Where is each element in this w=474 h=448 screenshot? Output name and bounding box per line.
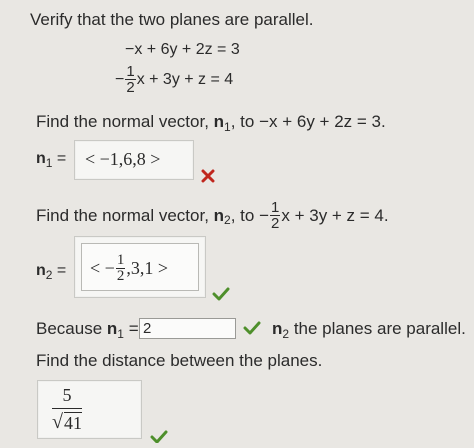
- plane-2-fraction: 1 2: [125, 63, 136, 96]
- part2-vector-sub: 2: [224, 212, 231, 227]
- part4-answer-den: √ 41: [52, 408, 82, 434]
- part2-prompt-rest: x + 3y + z = 4.: [281, 205, 389, 225]
- part2-answer-rest: ,3,1 >: [126, 258, 168, 278]
- part2-check-icon: [212, 287, 230, 306]
- part2-prompt-text: Find the normal vector,: [36, 205, 209, 225]
- plane-2-minus: −: [115, 70, 125, 88]
- part2-answer-fraction: 1 2: [115, 252, 126, 284]
- plane-2-equation: − 1 2 x + 3y + z = 4: [115, 64, 233, 95]
- plane-2-frac-num: 1: [126, 63, 135, 80]
- part3-prefix: Because n1 =: [36, 319, 139, 341]
- part3-suffix-text: the planes are parallel.: [293, 319, 466, 338]
- n2-label: n: [36, 262, 46, 279]
- part2-answer-frac-num: 1: [116, 252, 125, 268]
- part2-vector-label: n: [213, 205, 225, 225]
- n2-sub: 2: [45, 268, 53, 282]
- part2-prompt: Find the normal vector, n2, to − 1 2 x +…: [36, 200, 389, 231]
- sqrt-symbol: √: [52, 411, 63, 433]
- part4-answer-den-value: 41: [63, 411, 82, 433]
- part1-prompt-to: , to −x + 6y + 2z = 3.: [230, 112, 386, 131]
- incorrect-x-icon: [201, 169, 215, 188]
- part1-answer-box[interactable]: < −1,6,8 >: [74, 140, 194, 180]
- part3-check-icon: [243, 321, 261, 340]
- part1-vector-label: n: [213, 112, 225, 131]
- plane-2-rest: x + 3y + z = 4: [136, 70, 234, 88]
- part1-prompt: Find the normal vector, n1, to −x + 6y +…: [36, 112, 386, 134]
- plane-1-equation: −x + 6y + 2z = 3: [125, 41, 240, 58]
- part2-answer-value: < − 1 2 ,3,1 >: [90, 253, 168, 284]
- part3-n1-sub: 1: [117, 327, 124, 341]
- part4-check-icon: [150, 430, 168, 448]
- part3-equals: =: [128, 319, 139, 338]
- part4-answer-box[interactable]: 5 √ 41: [37, 380, 142, 439]
- part4-answer-num: 5: [62, 385, 72, 405]
- part2-prompt-frac-den: 2: [270, 215, 281, 232]
- n1-label: n: [36, 150, 46, 167]
- part2-answer-prefix: < −: [90, 258, 115, 278]
- part3-n1-label: n: [106, 319, 118, 338]
- part1-vector-sub: 1: [224, 120, 231, 134]
- part1-prompt-text: Find the normal vector,: [36, 112, 209, 131]
- instruction-text: Verify that the two planes are parallel.: [30, 10, 314, 29]
- part3-n2-sub: 2: [282, 327, 290, 341]
- plane-2-frac-den: 2: [125, 79, 136, 96]
- part2-answer-frac-den: 2: [115, 268, 126, 284]
- part1-answer-label: n1 =: [36, 150, 67, 170]
- part2-prompt-to: , to −: [230, 205, 270, 225]
- part2-prompt-fraction: 1 2: [270, 199, 281, 232]
- part3-n2-label: n: [272, 319, 283, 338]
- part2-answer-inner: < − 1 2 ,3,1 >: [81, 243, 199, 291]
- part2-answer-label: n2 =: [36, 262, 67, 282]
- part1-answer-value: < −1,6,8 >: [85, 149, 161, 169]
- n1-sub: 1: [45, 156, 53, 170]
- part3-prefix-text: Because: [36, 319, 103, 338]
- part2-answer-box[interactable]: < − 1 2 ,3,1 >: [74, 236, 206, 298]
- part3-answer-input[interactable]: 2: [139, 318, 236, 339]
- part2-prompt-frac-num: 1: [271, 199, 280, 216]
- part3-suffix: n2 the planes are parallel.: [272, 319, 466, 341]
- part4-answer-fraction: 5 √ 41: [52, 385, 82, 434]
- part4-prompt: Find the distance between the planes.: [36, 351, 323, 370]
